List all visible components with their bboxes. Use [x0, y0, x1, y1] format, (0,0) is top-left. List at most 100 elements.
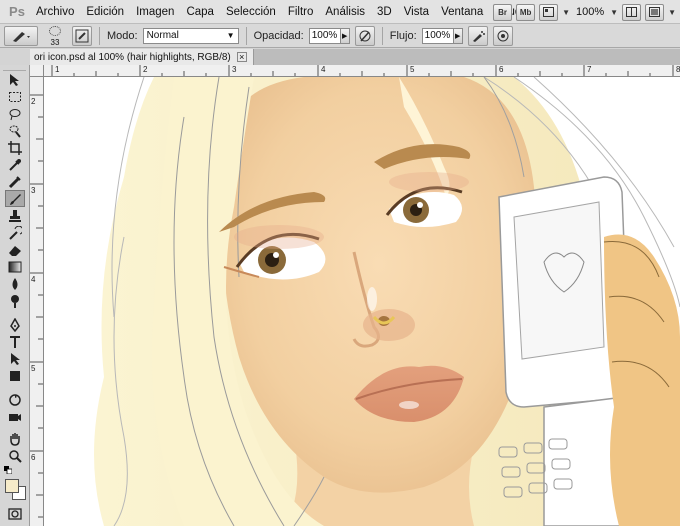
brush-icon[interactable]	[5, 190, 25, 207]
opacity-control: 100% ▶	[308, 27, 350, 44]
move-icon[interactable]	[5, 71, 25, 88]
opacity-input[interactable]: 100%	[308, 27, 341, 44]
brush-tip-icon	[49, 25, 61, 36]
tool-preset-picker[interactable]	[4, 25, 38, 46]
3d-camera-icon[interactable]	[5, 408, 25, 425]
default-colors-icon[interactable]	[4, 466, 13, 476]
ruler-label: 1	[55, 65, 60, 74]
separator	[99, 26, 100, 45]
portrait-artwork	[44, 77, 680, 526]
document-tab-title: ori icon.psd al 100% (hair highlights, R…	[34, 51, 231, 63]
menu-edicion[interactable]: Edición	[80, 0, 130, 24]
menu-ventana[interactable]: Ventana	[435, 0, 489, 24]
menu-capa[interactable]: Capa	[180, 0, 220, 24]
opacity-slider-toggle[interactable]: ▶	[340, 27, 350, 44]
document-canvas[interactable]	[44, 77, 680, 526]
ruler-label: 8	[676, 65, 680, 74]
pressure-size-button[interactable]	[492, 25, 513, 46]
menu-filtro[interactable]: Filtro	[282, 0, 320, 24]
eraser-icon[interactable]	[5, 241, 25, 258]
3d-rotate-icon[interactable]	[5, 391, 25, 408]
mode-label: Modo:	[107, 29, 138, 42]
bridge-button[interactable]: Br	[493, 3, 513, 21]
chevron-down-icon[interactable]: ▼	[668, 8, 676, 17]
flow-control: 100% ▶	[421, 27, 463, 44]
separator	[245, 26, 247, 45]
flow-slider-toggle[interactable]: ▶	[453, 27, 463, 44]
screen-mode-button[interactable]	[645, 3, 665, 21]
menu-3d[interactable]: 3D	[371, 0, 398, 24]
ruler-label: 6	[31, 453, 36, 462]
photoshop-logo: Ps	[9, 4, 25, 19]
minibridge-button[interactable]: Mb	[516, 3, 536, 21]
crop-icon[interactable]	[5, 139, 25, 156]
ruler-corner[interactable]	[30, 65, 44, 77]
view-extras-button[interactable]	[539, 3, 559, 21]
brush-size-picker[interactable]: 33	[43, 25, 67, 47]
ruler-label: 5	[410, 65, 415, 74]
airbrush-button[interactable]	[467, 25, 488, 46]
chevron-down-icon: ▼	[226, 31, 235, 40]
arrange-icon	[626, 7, 638, 17]
vertical-ruler[interactable]: 2 3 4 5 6	[30, 77, 44, 526]
history-brush-icon[interactable]	[5, 224, 25, 241]
quick-mask-icon[interactable]	[5, 505, 25, 522]
menu-seleccion[interactable]: Selección	[220, 0, 282, 24]
healing-icon[interactable]	[5, 173, 25, 190]
stamp-icon[interactable]	[5, 207, 25, 224]
brush-panel-toggle[interactable]	[72, 25, 92, 46]
menu-vista[interactable]: Vista	[398, 0, 435, 24]
menu-archivo[interactable]: Archivo	[30, 0, 80, 24]
pen-pressure-size-icon	[497, 30, 509, 41]
document-tab-bar: ori icon.psd al 100% (hair highlights, R…	[30, 49, 680, 65]
flow-label: Flujo:	[389, 29, 417, 42]
ruler-label: 2	[31, 97, 36, 106]
screen-mode-icon	[649, 7, 661, 17]
foreground-color-swatch[interactable]	[5, 479, 19, 493]
view-extras-icon	[543, 7, 555, 17]
separator	[381, 26, 383, 45]
ruler-label: 4	[321, 65, 326, 74]
hand-icon[interactable]	[5, 430, 25, 447]
lasso-icon[interactable]	[5, 105, 25, 122]
blur-icon[interactable]	[5, 275, 25, 292]
ruler-label: 2	[143, 65, 148, 74]
ruler-ticks	[51, 65, 674, 76]
quick-select-icon[interactable]	[5, 122, 25, 139]
pen-icon[interactable]	[5, 316, 25, 333]
toolbox	[0, 65, 30, 526]
path-select-icon[interactable]	[5, 350, 25, 367]
opacity-label: Opacidad:	[253, 29, 304, 42]
menu-imagen[interactable]: Imagen	[130, 0, 180, 24]
gradient-icon[interactable]	[5, 258, 25, 275]
pressure-opacity-button[interactable]	[354, 25, 375, 46]
chevron-down-icon[interactable]: ▼	[562, 8, 570, 17]
brush-size-value: 33	[50, 37, 60, 47]
flow-input[interactable]: 100%	[421, 27, 454, 44]
document-tab[interactable]: ori icon.psd al 100% (hair highlights, R…	[30, 49, 254, 65]
shape-icon[interactable]	[5, 367, 25, 384]
airbrush-icon	[472, 30, 485, 42]
ruler-label: 5	[31, 364, 36, 373]
chevron-down-icon[interactable]: ▼	[610, 8, 618, 17]
horizontal-ruler[interactable]: 1 2 3 4 5 6 7 8	[44, 65, 680, 77]
ruler-label: 3	[232, 65, 237, 74]
mode-value: Normal	[146, 30, 179, 41]
mode-select[interactable]: Normal ▼	[142, 27, 239, 44]
menu-analisis[interactable]: Análisis	[319, 0, 371, 24]
arrange-documents-button[interactable]	[622, 3, 642, 21]
ruler-label: 6	[499, 65, 504, 74]
options-bar: 33 Modo: Normal ▼ Opacidad: 100% ▶ Flujo…	[0, 24, 680, 48]
brush-preset-icon	[13, 31, 30, 42]
close-icon[interactable]: ×	[236, 52, 247, 62]
zoom-icon[interactable]	[5, 447, 25, 464]
dodge-icon[interactable]	[5, 292, 25, 309]
marquee-icon[interactable]	[5, 88, 25, 105]
zoom-level[interactable]: 100%	[574, 6, 606, 18]
menu-bar: Ps Archivo Edición Imagen Capa Selección…	[0, 0, 680, 24]
ruler-label: 4	[31, 275, 36, 284]
menubar-right-controls: Br Mb ▼ 100% ▼ ▼	[493, 0, 680, 24]
eyedropper-icon[interactable]	[5, 156, 25, 173]
type-icon[interactable]	[5, 333, 25, 350]
ruler-label: 3	[31, 186, 36, 195]
